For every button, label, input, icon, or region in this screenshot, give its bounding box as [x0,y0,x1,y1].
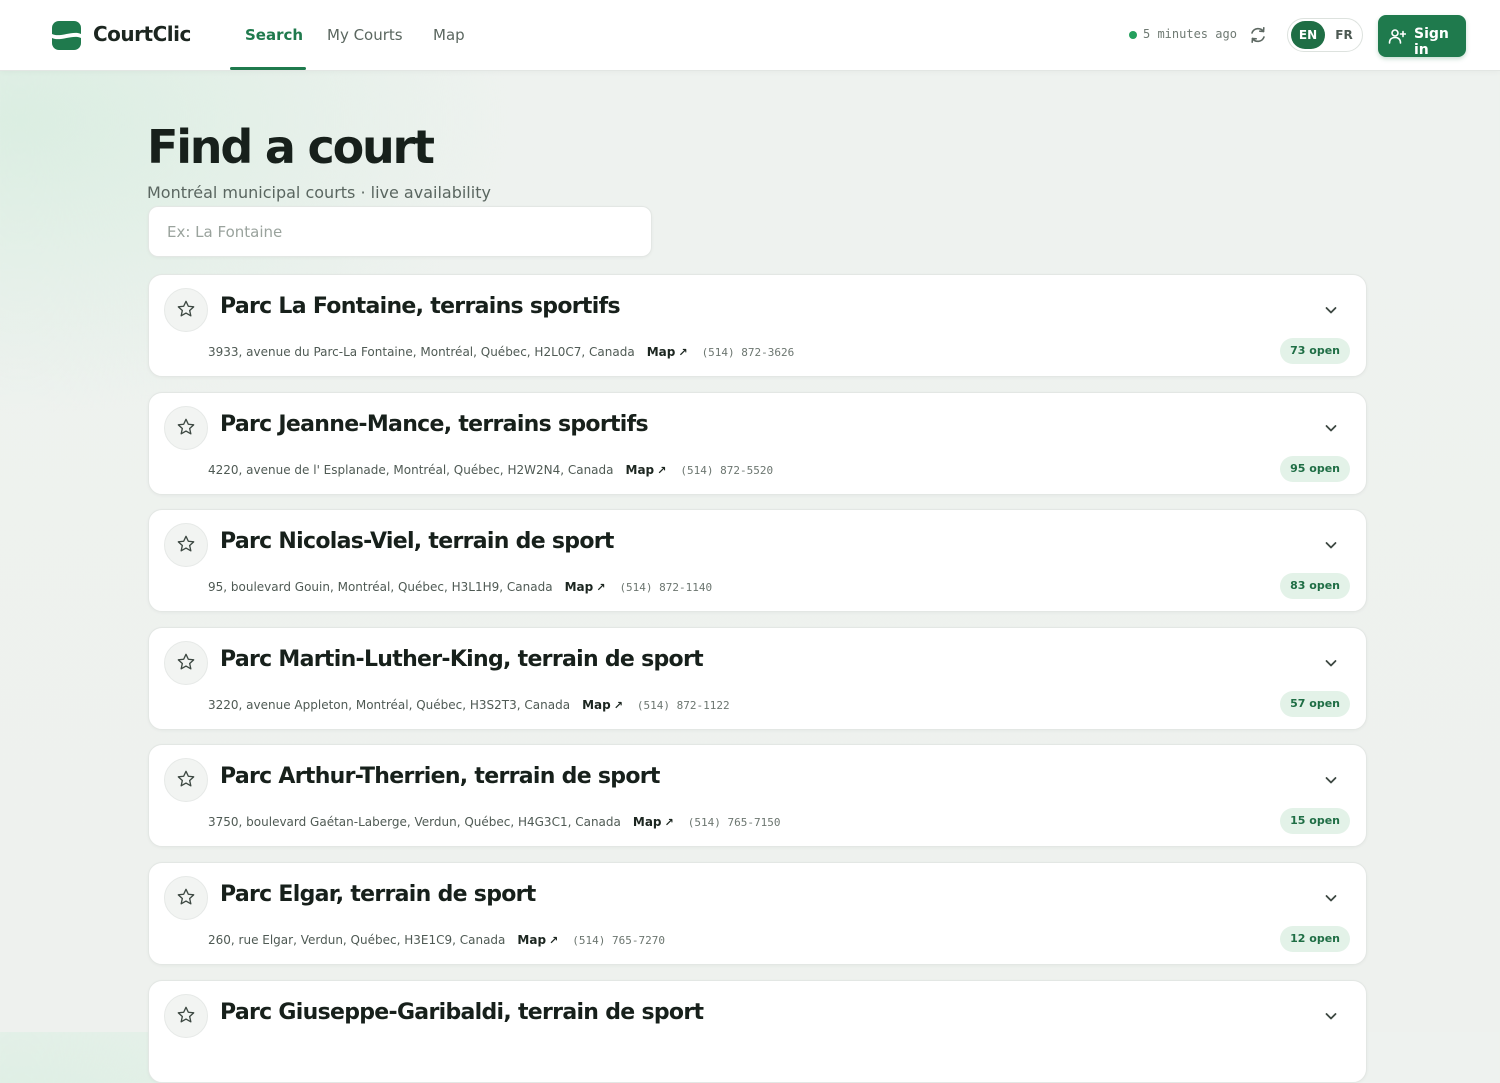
user-plus-icon [1388,29,1406,44]
court-card[interactable]: Parc Elgar, terrain de sport 260, rue El… [148,862,1367,965]
court-phone: (514) 872-3626 [701,345,795,359]
court-meta-row: ↗ [208,1048,222,1068]
court-name: Parc Martin-Luther-King, terrain de spor… [220,647,704,672]
top-navigation-bar: CourtClic Search My Courts Map 5 minutes… [0,0,1500,71]
tab-search[interactable]: Search [245,0,303,70]
page-title: Find a court [147,120,435,174]
map-link-label: Map [564,580,594,594]
favorite-button[interactable] [164,523,208,567]
external-link-arrow-icon: ↗ [613,699,623,712]
court-meta-row: 260, rue Elgar, Verdun, Québec, H3E1C9, … [208,930,665,950]
court-phone: (514) 765-7150 [687,815,781,829]
sign-in-label: Sign in [1414,26,1449,58]
active-tab-indicator [230,67,306,70]
map-link-label: Map [646,345,676,359]
court-address: 95, boulevard Gouin, Montréal, Québec, H… [208,580,553,594]
live-status-dot [1129,31,1137,39]
language-toggle: EN FR [1287,18,1363,52]
star-icon [177,888,195,905]
court-address: 3220, avenue Appleton, Montréal, Québec,… [208,698,571,712]
court-meta-row: 3220, avenue Appleton, Montréal, Québec,… [208,695,730,715]
star-icon [177,1006,195,1023]
open-count-badge: 95 open [1280,456,1350,482]
map-link[interactable]: Map ↗ [517,933,558,947]
open-count-badge: 15 open [1280,808,1350,834]
court-card[interactable]: Parc Arthur-Therrien, terrain de sport 3… [148,744,1367,847]
court-address: 4220, avenue de l' Esplanade, Montréal, … [208,463,614,477]
favorite-button[interactable] [164,406,208,450]
refresh-icon[interactable] [1247,24,1269,46]
star-icon [177,300,195,317]
open-count-badge: 57 open [1280,691,1350,717]
chevron-down-icon[interactable] [1323,772,1339,788]
external-link-arrow-icon: ↗ [657,464,667,477]
court-phone: (514) 872-1122 [636,698,730,712]
court-card[interactable]: Parc Jeanne-Mance, terrains sportifs 422… [148,392,1367,495]
favorite-button[interactable] [164,994,208,1038]
map-link-label: Map [625,463,655,477]
map-link[interactable]: Map ↗ [582,698,623,712]
star-icon [177,418,195,435]
chevron-down-icon[interactable] [1323,655,1339,671]
court-name: Parc Elgar, terrain de sport [220,882,536,907]
external-link-arrow-icon: ↗ [664,816,674,829]
star-icon [177,535,195,552]
page-subtitle: Montréal municipal courts · live availab… [147,183,491,202]
court-card[interactable]: Parc Nicolas-Viel, terrain de sport 95, … [148,509,1367,612]
open-count-badge: 83 open [1280,573,1350,599]
court-name: Parc Arthur-Therrien, terrain de sport [220,764,660,789]
star-icon [177,653,195,670]
court-meta-row: 3750, boulevard Gaétan-Laberge, Verdun, … [208,812,780,832]
court-meta-row: 4220, avenue de l' Esplanade, Montréal, … [208,460,773,480]
court-name: Parc Jeanne-Mance, terrains sportifs [220,412,649,437]
sign-in-button[interactable]: Sign in [1378,15,1466,58]
court-name: Parc Giuseppe-Garibaldi, terrain de spor… [220,1000,704,1025]
last-updated-text: 5 minutes ago [1143,27,1237,41]
external-link-arrow-icon: ↗ [549,934,559,947]
map-link[interactable]: Map ↗ [626,463,667,477]
chevron-down-icon[interactable] [1323,302,1339,318]
favorite-button[interactable] [164,288,208,332]
favorite-button[interactable] [164,641,208,685]
open-count-badge: 73 open [1280,338,1350,364]
court-address: 3933, avenue du Parc-La Fontaine, Montré… [208,345,635,359]
tab-my-courts[interactable]: My Courts [327,0,403,70]
court-meta-row: 95, boulevard Gouin, Montréal, Québec, H… [208,577,712,597]
courtclic-logo-icon[interactable] [52,21,81,50]
map-link-label: Map [517,933,547,947]
chevron-down-icon[interactable] [1323,1008,1339,1024]
app-name[interactable]: CourtClic [93,22,191,46]
court-card[interactable]: Parc La Fontaine, terrains sportifs 3933… [148,274,1367,377]
court-address: 3750, boulevard Gaétan-Laberge, Verdun, … [208,815,621,829]
favorite-button[interactable] [164,758,208,802]
map-link[interactable]: Map ↗ [647,345,688,359]
language-option-fr[interactable]: FR [1327,21,1361,49]
favorite-button[interactable] [164,876,208,920]
chevron-down-icon[interactable] [1323,890,1339,906]
map-link-label: Map [632,815,662,829]
court-phone: (514) 872-1140 [619,580,713,594]
court-card[interactable]: Parc Martin-Luther-King, terrain de spor… [148,627,1367,730]
star-icon [177,770,195,787]
chevron-down-icon[interactable] [1323,420,1339,436]
court-meta-row: 3933, avenue du Parc-La Fontaine, Montré… [208,342,794,362]
court-address: 260, rue Elgar, Verdun, Québec, H3E1C9, … [208,933,506,947]
external-link-arrow-icon: ↗ [678,346,688,359]
court-phone: (514) 872-5520 [680,463,774,477]
external-link-arrow-icon: ↗ [596,581,606,594]
court-name: Parc La Fontaine, terrains sportifs [220,294,621,319]
language-option-en[interactable]: EN [1291,21,1325,49]
court-search-input[interactable] [148,206,652,257]
court-name: Parc Nicolas-Viel, terrain de sport [220,529,614,554]
map-link-label: Map [582,698,611,712]
chevron-down-icon[interactable] [1323,537,1339,553]
tab-map[interactable]: Map [433,0,465,70]
open-count-badge: 12 open [1280,926,1350,952]
court-phone: (514) 765-7270 [572,933,665,947]
map-link[interactable]: Map ↗ [633,815,674,829]
map-link[interactable]: Map ↗ [565,580,606,594]
